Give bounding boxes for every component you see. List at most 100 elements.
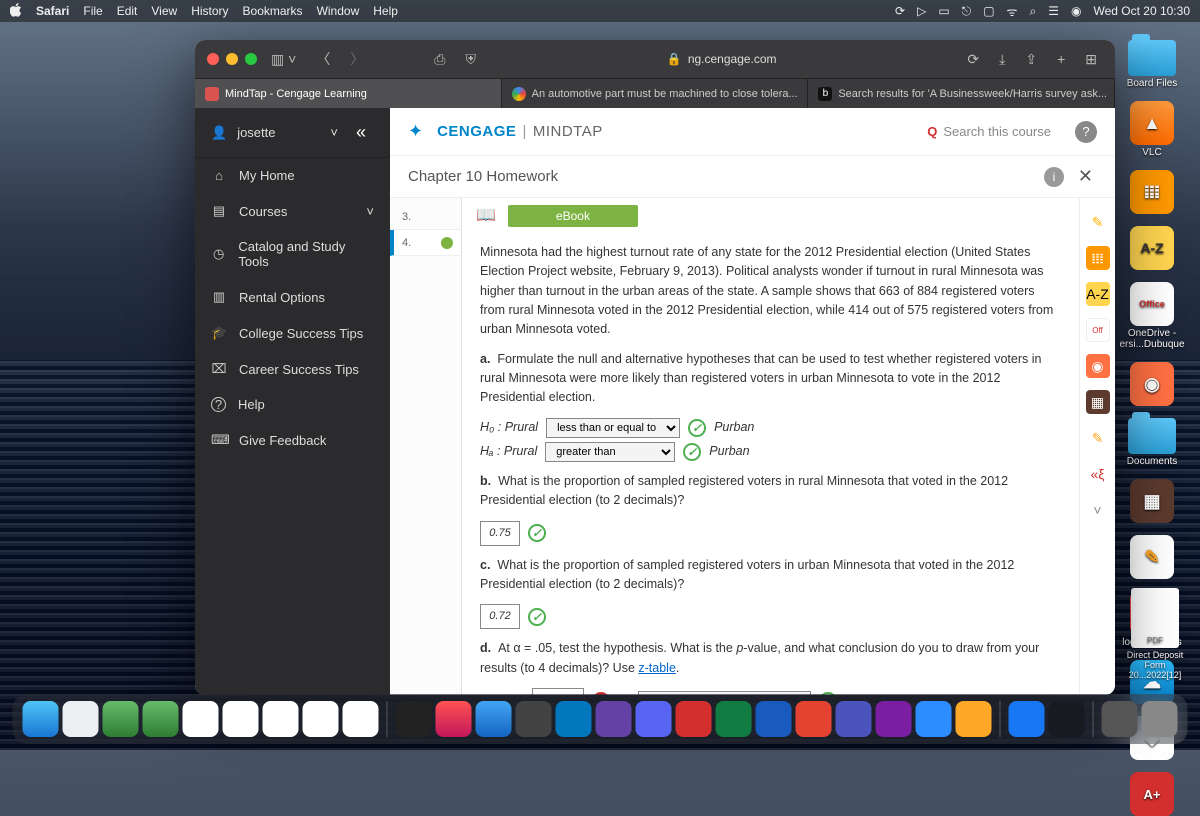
ebook-icon[interactable]: 📖 <box>476 204 496 229</box>
circle-tool[interactable]: ◉ <box>1086 354 1110 378</box>
menu-view[interactable]: View <box>151 4 177 18</box>
dock-app3[interactable] <box>876 701 912 737</box>
sidebar-item-feedback[interactable]: ⌨Give Feedback <box>195 422 390 458</box>
h0-select[interactable]: less than or equal to <box>546 418 680 438</box>
play-icon[interactable]: ▷ <box>917 4 926 18</box>
dock-music[interactable] <box>436 701 472 737</box>
dock-reminders[interactable] <box>343 701 379 737</box>
app-notes[interactable]: ✎ <box>1112 535 1192 579</box>
dock-app1[interactable] <box>516 701 552 737</box>
extension-icon[interactable]: ⎙ <box>428 51 451 68</box>
maximize-window-button[interactable] <box>245 53 257 65</box>
dock-vscode[interactable] <box>556 701 592 737</box>
app-aplus[interactable]: A+ <box>1112 772 1192 816</box>
tab-search-results[interactable]: bSearch results for 'A Businessweek/Harr… <box>808 79 1115 108</box>
app-book[interactable]: ▦ <box>1112 479 1192 523</box>
user-menu[interactable]: 👤 josette ˅ « <box>195 108 390 158</box>
menu-file[interactable]: File <box>83 4 102 18</box>
flashcard-tool[interactable]: A-Z <box>1086 282 1110 306</box>
folder-documents[interactable]: Documents <box>1112 418 1192 467</box>
dock-facebook[interactable] <box>1009 701 1045 737</box>
sidebar-item-courses[interactable]: ▤Courses˅ <box>195 193 390 229</box>
dock-steam[interactable] <box>1049 701 1085 737</box>
minimize-window-button[interactable] <box>226 53 238 65</box>
status-icon[interactable]: ⟳ <box>895 4 905 18</box>
menu-history[interactable]: History <box>191 4 228 18</box>
share-icon[interactable]: ⇪ <box>1019 51 1043 68</box>
siri-icon[interactable]: ◉ <box>1071 4 1081 18</box>
dock-zoom[interactable] <box>916 701 952 737</box>
folder-board-files[interactable]: Board Files <box>1112 40 1192 89</box>
battery-icon[interactable]: ▭ <box>938 4 949 18</box>
tab-google[interactable]: An automotive part must be machined to c… <box>502 79 809 108</box>
menu-help[interactable]: Help <box>373 4 398 18</box>
app-rss[interactable]: 𝍖 <box>1112 170 1192 214</box>
question-item-4[interactable]: 4. <box>390 230 461 256</box>
dock-photos[interactable] <box>183 701 219 737</box>
control-center-icon[interactable]: ☰ <box>1048 4 1059 18</box>
z-table-link[interactable]: z-table <box>638 661 676 675</box>
app-orange[interactable]: ◉ <box>1112 362 1192 406</box>
office-tool[interactable]: Off <box>1086 318 1110 342</box>
c-value[interactable]: 0.72 <box>480 604 520 629</box>
spotlight-icon[interactable]: ⌕ <box>1030 4 1037 19</box>
b-value[interactable]: 0.75 <box>480 521 520 546</box>
tabs-overview-icon[interactable]: ⊞ <box>1079 51 1103 68</box>
display-icon[interactable]: ▢ <box>983 4 994 18</box>
sidebar-toggle-icon[interactable]: ▥ ˅ <box>265 51 302 68</box>
sidebar-item-home[interactable]: ⌂My Home <box>195 158 390 193</box>
dock-downloads[interactable] <box>1102 701 1138 737</box>
wifi-icon[interactable]: ᯤ <box>1007 3 1018 20</box>
sidebar-item-catalog[interactable]: ◷Catalog and Study Tools <box>195 229 390 279</box>
help-button[interactable]: ? <box>1075 121 1097 143</box>
ha-select[interactable]: greater than <box>545 442 675 462</box>
graph-tool[interactable]: «ξ <box>1086 462 1110 486</box>
clock[interactable]: Wed Oct 20 10:30 <box>1093 4 1190 18</box>
dock-finder[interactable] <box>23 701 59 737</box>
desktop-pdf[interactable]: Direct Deposit Form 20...2022[12] <box>1124 588 1186 680</box>
apple-icon[interactable] <box>10 3 22 20</box>
dock-todoist[interactable] <box>796 701 832 737</box>
dock-twitch[interactable] <box>596 701 632 737</box>
dock-safari[interactable] <box>223 701 259 737</box>
collapse-sidebar-button[interactable]: « <box>348 122 374 143</box>
sidebar-item-rental[interactable]: ▥Rental Options <box>195 279 390 315</box>
dock-word[interactable] <box>756 701 792 737</box>
note-tool[interactable]: ✎ <box>1086 426 1110 450</box>
book-tool[interactable]: ▦ <box>1086 390 1110 414</box>
dock-discord[interactable] <box>636 701 672 737</box>
app-menu[interactable]: Safari <box>36 4 69 18</box>
course-search[interactable]: Q Search this course <box>927 124 1051 139</box>
sidebar-item-help[interactable]: ?Help <box>195 387 390 422</box>
menu-window[interactable]: Window <box>317 4 360 18</box>
rss-tool[interactable]: 𝍖 <box>1086 246 1110 270</box>
info-icon[interactable]: i <box>1044 167 1064 187</box>
menu-bookmarks[interactable]: Bookmarks <box>243 4 303 18</box>
expand-tool[interactable]: ˅ <box>1086 498 1110 522</box>
address-bar[interactable]: 🔒 ng.cengage.com <box>490 52 953 66</box>
bluetooth-icon[interactable]: ⎋ <box>962 4 972 19</box>
app-az[interactable]: A-Z <box>1112 226 1192 270</box>
close-assignment-button[interactable]: ✕ <box>1074 166 1097 187</box>
dock-app2[interactable] <box>676 701 712 737</box>
dock-tv[interactable] <box>396 701 432 737</box>
window-controls[interactable] <box>207 53 257 65</box>
dock-appstore[interactable] <box>476 701 512 737</box>
dock-teams[interactable] <box>836 701 872 737</box>
downloads-icon[interactable]: ⤓ <box>993 51 1011 68</box>
dock-messages[interactable] <box>143 701 179 737</box>
dock-calendar[interactable] <box>303 701 339 737</box>
close-window-button[interactable] <box>207 53 219 65</box>
new-tab-button[interactable]: + <box>1051 51 1071 67</box>
sidebar-item-college-tips[interactable]: 🎓College Success Tips <box>195 315 390 351</box>
highlighter-tool[interactable]: ✎ <box>1086 210 1110 234</box>
dock-facetime[interactable] <box>103 701 139 737</box>
forward-button[interactable]: 〉 <box>344 49 370 69</box>
dock-preview[interactable] <box>263 701 299 737</box>
reload-button[interactable]: ⟳ <box>961 51 985 68</box>
dock-launchpad[interactable] <box>63 701 99 737</box>
folder-onedrive[interactable]: OfficeOneDrive - ersi...Dubuque <box>1112 282 1192 350</box>
dock-app4[interactable] <box>956 701 992 737</box>
back-button[interactable]: 〈 <box>310 49 336 69</box>
ebook-button[interactable]: eBook <box>508 205 638 227</box>
